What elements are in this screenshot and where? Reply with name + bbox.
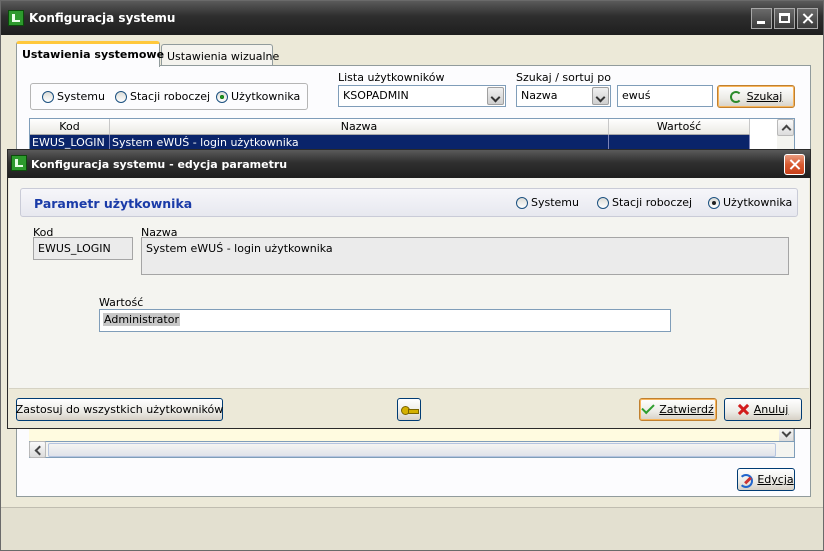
tab-label: Ustawienia systemowe <box>22 48 165 61</box>
dialog-scope-radio-user[interactable]: Użytkownika <box>708 196 792 209</box>
radio-label: Stacji roboczej <box>612 196 693 209</box>
scope-radio-user[interactable]: Użytkownika <box>216 90 300 103</box>
edit-parameter-dialog: Konfiguracja systemu - edycja parametru … <box>7 149 811 429</box>
chevron-down-icon[interactable] <box>487 87 504 105</box>
scope-radio-system[interactable]: Systemu <box>42 90 105 103</box>
column-header-wartosc[interactable]: Wartość <box>609 119 750 135</box>
cancel-button-label: Anuluj <box>753 403 789 416</box>
chevron-down-icon[interactable] <box>592 87 609 105</box>
radio-label: Użytkownika <box>231 90 301 103</box>
maximize-button[interactable] <box>774 8 795 29</box>
radio-label: Stacji roboczej <box>130 90 211 103</box>
sort-label: Szukaj / sortuj po <box>516 71 611 84</box>
main-titlebar[interactable]: Konfiguracja systemu <box>1 1 823 35</box>
radio-icon <box>597 196 609 209</box>
dialog-close-button[interactable] <box>784 154 805 175</box>
radio-selected-icon <box>708 196 720 209</box>
app-icon <box>11 155 27 171</box>
dialog-body: Parametr użytkownika Systemu Stacji robo… <box>9 178 809 388</box>
column-header-nazwa[interactable]: Nazwa <box>110 119 609 135</box>
cancel-button[interactable]: Anuluj <box>724 398 802 421</box>
search-value: ewuś <box>622 89 651 102</box>
search-input[interactable]: ewuś <box>617 85 713 107</box>
edit-icon <box>738 473 754 488</box>
tab-label: Ustawienia wizualne <box>167 50 280 63</box>
confirm-button-label: Zatwierdź <box>659 403 714 416</box>
edit-button-label: Edycja <box>757 473 794 486</box>
scroll-left-icon[interactable] <box>29 441 46 458</box>
dialog-scope-radio-system[interactable]: Systemu <box>516 196 579 209</box>
parameter-header-title: Parametr użytkownika <box>34 196 193 211</box>
user-list-label: Lista użytkowników <box>338 71 445 84</box>
user-list-combo[interactable]: KSOPADMIN <box>338 85 506 107</box>
radio-selected-icon <box>216 90 228 103</box>
key-button[interactable] <box>397 398 421 421</box>
status-bar <box>1 507 823 550</box>
parameter-header: Parametr użytkownika Systemu Stacji robo… <box>20 188 798 217</box>
sort-combo[interactable]: Nazwa <box>516 85 611 107</box>
radio-label: Systemu <box>57 90 105 103</box>
user-list-value: KSOPADMIN <box>343 89 409 102</box>
search-button[interactable]: Szukaj <box>717 85 795 108</box>
column-header-kod[interactable]: Kod <box>30 119 110 135</box>
table-row[interactable] <box>29 428 779 442</box>
check-icon <box>641 400 655 415</box>
close-button[interactable] <box>797 8 818 29</box>
scroll-thumb[interactable] <box>48 443 776 457</box>
grid-header: Kod Nazwa Wartość <box>30 119 750 135</box>
wartosc-label: Wartość <box>99 296 144 309</box>
dialog-titlebar[interactable]: Konfiguracja systemu - edycja parametru <box>8 150 810 178</box>
radio-icon <box>42 90 54 103</box>
radio-label: Systemu <box>531 196 579 209</box>
minimize-button[interactable] <box>751 8 772 29</box>
key-icon <box>401 405 419 415</box>
dialog-footer: Zastosuj do wszystkich użytkowników Zatw… <box>9 388 809 428</box>
window-title: Konfiguracja systemu <box>29 11 176 25</box>
close-icon <box>738 404 749 415</box>
refresh-icon <box>729 90 742 103</box>
kod-field: EWUS_LOGIN <box>33 237 133 260</box>
search-button-label: Szukaj <box>746 90 783 103</box>
apply-all-users-label: Zastosuj do wszystkich użytkowników <box>15 403 224 416</box>
edit-button[interactable]: Edycja <box>737 468 795 491</box>
wartosc-value: Administrator <box>103 313 180 326</box>
nazwa-field: System eWUŚ - login użytkownika <box>141 237 789 275</box>
dialog-title: Konfiguracja systemu - edycja parametru <box>31 158 288 171</box>
wartosc-input[interactable]: Administrator <box>99 309 671 332</box>
app-icon <box>8 10 24 26</box>
dialog-scope-radio-workstation[interactable]: Stacji roboczej <box>597 196 692 209</box>
scope-radio-workstation[interactable]: Stacji roboczej <box>115 90 210 103</box>
apply-all-users-button[interactable]: Zastosuj do wszystkich użytkowników <box>16 398 223 421</box>
sort-value: Nazwa <box>521 89 558 102</box>
radio-icon <box>115 90 127 103</box>
tab-system-settings[interactable]: Ustawienia systemowe <box>16 41 164 67</box>
scroll-up-icon[interactable] <box>777 119 794 136</box>
radio-label: Użytkownika <box>723 196 793 209</box>
horizontal-scrollbar[interactable] <box>29 441 795 458</box>
confirm-button[interactable]: Zatwierdź <box>639 398 717 421</box>
radio-icon <box>516 196 528 209</box>
